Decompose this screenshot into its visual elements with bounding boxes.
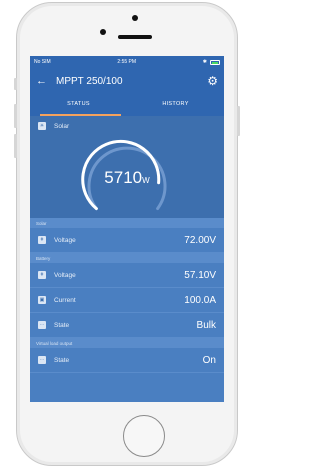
state-icon: ⋯: [38, 356, 46, 364]
load-state-row: ⋯ State On: [30, 348, 224, 373]
row-value: 100.0A: [184, 294, 216, 306]
status-right: ✱: [203, 59, 220, 65]
current-icon: ▣: [38, 296, 46, 304]
tab-status[interactable]: STATUS: [30, 94, 127, 116]
speaker-grille: [118, 35, 152, 39]
power-button: [237, 106, 240, 136]
carrier-label: No SIM: [34, 59, 51, 65]
app-bar: ← MPPT 250/100 ⚙: [30, 68, 224, 94]
voltage-icon: ǂ: [38, 236, 46, 244]
status-bar: No SIM 2:55 PM ✱: [30, 56, 224, 68]
section-load-output: Virtual load output: [30, 338, 224, 348]
battery-state-row: ⋯ State Bulk: [30, 313, 224, 338]
row-label: Voltage: [54, 236, 76, 244]
power-unit: W: [142, 176, 150, 185]
solar-voltage-row: ǂ Voltage 72.00V: [30, 228, 224, 253]
page-title: MPPT 250/100: [56, 75, 123, 87]
volume-down-button: [14, 134, 17, 158]
mute-switch: [14, 78, 17, 90]
volume-up-button: [14, 104, 17, 128]
solar-card: ☀ Solar 5710W: [30, 116, 224, 218]
back-arrow-icon[interactable]: ←: [36, 75, 56, 87]
tab-history[interactable]: HISTORY: [127, 94, 224, 116]
row-label: Voltage: [54, 271, 76, 279]
gear-icon[interactable]: ⚙: [207, 74, 218, 88]
power-readout: 5710W: [30, 168, 224, 188]
row-label: State: [54, 321, 70, 329]
row-label: State: [54, 356, 70, 364]
row-value: 72.00V: [184, 234, 216, 246]
state-icon: ⋯: [38, 321, 46, 329]
section-solar: Solar: [30, 218, 224, 228]
battery-voltage-row: ǂ Voltage 57.10V: [30, 263, 224, 288]
row-value: On: [202, 354, 216, 366]
app-screen: No SIM 2:55 PM ✱ ← MPPT 250/100 ⚙ STATUS…: [30, 56, 224, 402]
battery-icon: [210, 59, 220, 65]
bluetooth-icon: ✱: [202, 59, 207, 65]
power-value: 5710: [104, 168, 143, 187]
row-label: Current: [54, 296, 76, 304]
home-button[interactable]: [123, 415, 165, 457]
section-battery: Battery: [30, 253, 224, 263]
solar-power-gauge: [81, 139, 167, 211]
tab-bar: STATUS HISTORY: [30, 94, 224, 116]
row-value: 57.10V: [184, 269, 216, 281]
row-value: Bulk: [196, 319, 216, 331]
proximity-sensor: [132, 15, 138, 21]
front-camera: [100, 29, 106, 35]
battery-current-row: ▣ Current 100.0A: [30, 288, 224, 313]
voltage-icon: ǂ: [38, 271, 46, 279]
clock: 2:55 PM: [117, 59, 137, 65]
